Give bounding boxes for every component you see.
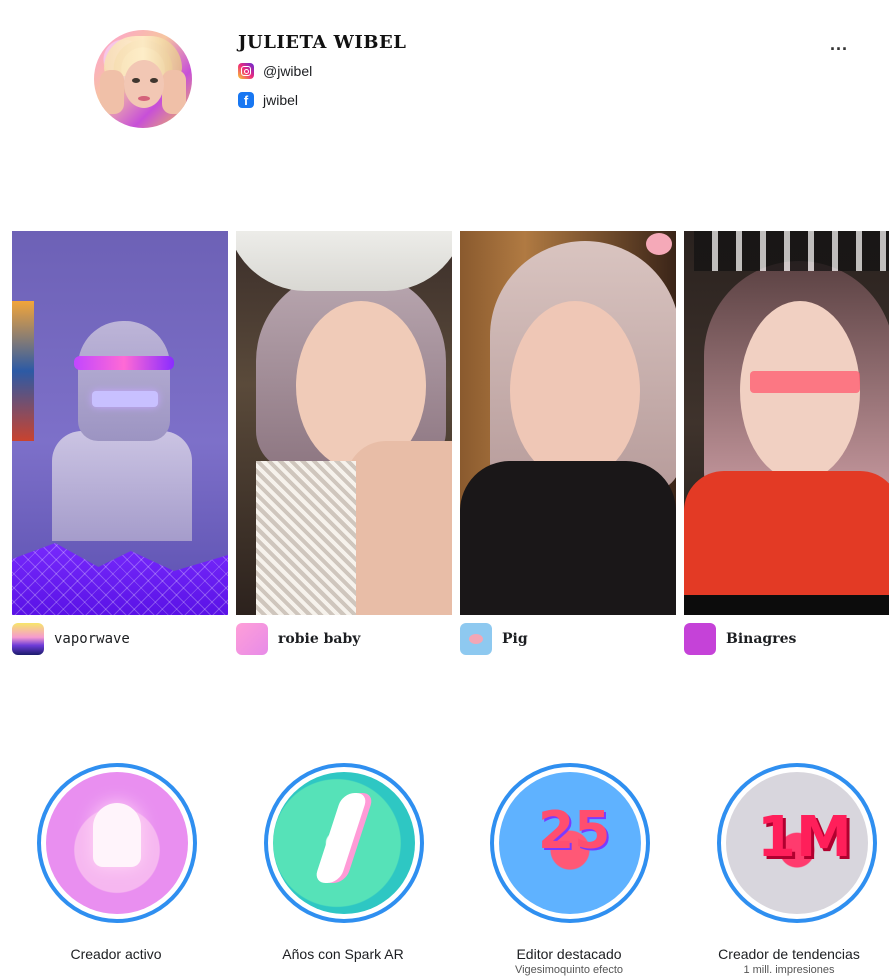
facebook-icon: f <box>238 92 254 108</box>
profile-avatar <box>94 30 192 128</box>
instagram-icon <box>238 63 254 79</box>
facebook-handle: jwibel <box>263 92 299 108</box>
more-options-icon[interactable]: ... <box>830 34 848 55</box>
badge-years-spark-ar <box>264 763 424 923</box>
effect-icon <box>12 623 44 655</box>
badge-glyph: 1M <box>757 805 852 870</box>
effect-name: vaporwave <box>54 631 130 647</box>
badge-subtitle: Vigesimoquinto efecto <box>514 964 624 976</box>
effect-thumbnail <box>460 231 676 615</box>
effect-label-binagres[interactable]: Binagres <box>684 623 796 655</box>
effect-thumbnail <box>684 231 889 615</box>
effect-label-robie-baby[interactable]: robie baby <box>236 623 360 655</box>
effect-thumbnail <box>12 231 228 615</box>
profile-name: JULIETA WIBEL <box>238 32 407 53</box>
effect-card-robie-baby[interactable] <box>236 231 452 615</box>
lightbulb-icon <box>93 803 141 867</box>
effect-name: Pig <box>502 631 528 647</box>
badge-title: Años con Spark AR <box>282 946 404 962</box>
effect-label-pig[interactable]: Pig <box>460 623 528 655</box>
effect-icon <box>236 623 268 655</box>
badge-title: Creador de tendencias <box>718 946 860 962</box>
badge-subtitle: 1 mill. impresiones <box>743 964 835 976</box>
badge-title: Editor destacado <box>516 946 622 962</box>
pig-icon <box>460 623 492 655</box>
badge-featured-editor: 25 <box>490 763 650 923</box>
facebook-link[interactable]: f jwibel <box>238 92 298 108</box>
effect-card-vaporwave[interactable] <box>12 231 228 615</box>
effect-icon <box>684 623 716 655</box>
instagram-link[interactable]: @jwibel <box>238 63 312 79</box>
effect-name: robie baby <box>278 631 361 647</box>
badge-glyph: 25 <box>538 801 611 861</box>
badge-active-creator <box>37 763 197 923</box>
effect-card-pig[interactable] <box>460 231 676 615</box>
effect-name: Binagres <box>726 631 797 647</box>
effect-label-vaporwave[interactable]: vaporwave <box>12 623 130 655</box>
effect-card-binagres[interactable] <box>684 231 889 615</box>
instagram-handle: @jwibel <box>263 63 313 79</box>
badge-trend-creator: 1M <box>717 763 877 923</box>
effect-thumbnail <box>236 231 452 615</box>
badge-title: Creador activo <box>70 946 162 962</box>
